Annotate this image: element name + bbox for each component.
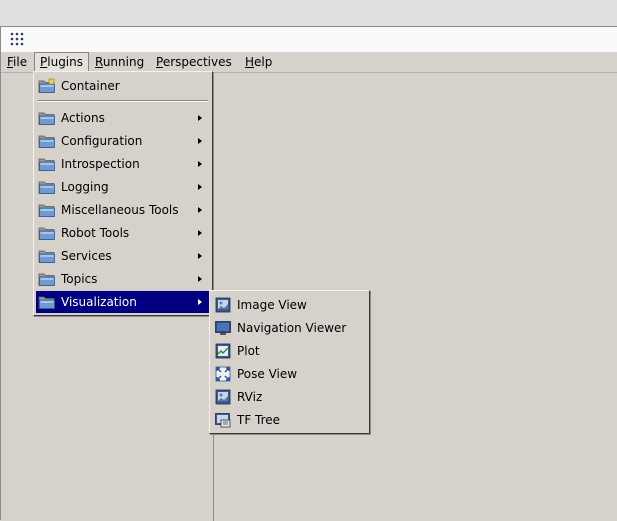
submenu-arrow-icon [198, 207, 202, 213]
folder-icon [38, 225, 56, 241]
menu-item-actions[interactable]: Actions [36, 107, 210, 129]
submenu-arrow-icon [198, 184, 202, 190]
menu-help[interactable]: Help [239, 52, 278, 72]
submenu-arrow-icon [198, 161, 202, 167]
plot-icon [215, 343, 231, 359]
menu-item-logging[interactable]: Logging [36, 176, 210, 198]
menu-item-image-view[interactable]: Image View [212, 294, 367, 316]
rviz-icon [215, 389, 231, 405]
menu-item-robot-tools[interactable]: Robot Tools [36, 222, 210, 244]
desktop-top-strip [0, 0, 617, 26]
menu-item-services[interactable]: Services [36, 245, 210, 267]
folder-icon [38, 133, 56, 149]
menu-bar: File Plugins Running Perspectives Help [1, 52, 617, 73]
folder-icon [38, 248, 56, 264]
menu-item-navigation-viewer[interactable]: Navigation Viewer [212, 317, 367, 339]
submenu-arrow-icon [198, 230, 202, 236]
submenu-arrow-icon [198, 253, 202, 259]
submenu-arrow-icon [198, 115, 202, 121]
menu-item-rviz[interactable]: RViz [212, 386, 367, 408]
folder-icon [38, 156, 56, 172]
menu-item-miscellaneous-tools[interactable]: Miscellaneous Tools [36, 199, 210, 221]
tf-tree-icon [215, 413, 231, 428]
menu-item-tf-tree[interactable]: TF Tree [212, 409, 367, 431]
title-bar [1, 27, 617, 52]
menu-perspectives[interactable]: Perspectives [150, 52, 238, 72]
menu-item-topics[interactable]: Topics [36, 268, 210, 290]
submenu-arrow-icon [198, 299, 202, 305]
folder-icon [38, 294, 56, 310]
fullscreen-icon [215, 366, 231, 382]
menu-plugins[interactable]: Plugins [34, 52, 89, 72]
folder-icon [38, 271, 56, 287]
submenu-arrow-icon [198, 276, 202, 282]
menu-item-container[interactable]: Container [36, 75, 210, 97]
container-folder-icon [38, 78, 56, 94]
menu-running[interactable]: Running [89, 52, 150, 72]
monitor-icon [215, 321, 231, 335]
folder-icon [38, 179, 56, 195]
menu-item-plot[interactable]: Plot [212, 340, 367, 362]
menu-file[interactable]: File [1, 52, 33, 72]
menu-item-configuration[interactable]: Configuration [36, 130, 210, 152]
menu-item-visualization[interactable]: Visualization [36, 291, 210, 313]
menu-item-introspection[interactable]: Introspection [36, 153, 210, 175]
menu-item-pose-view[interactable]: Pose View [212, 363, 367, 385]
plugins-menu: Container Actions Configuration Introspe… [33, 71, 213, 316]
visualization-submenu: Image View Navigation Viewer Plot Pose V… [209, 290, 370, 434]
submenu-arrow-icon [198, 138, 202, 144]
folder-icon [38, 202, 56, 218]
menu-separator [38, 100, 208, 102]
folder-icon [38, 110, 56, 126]
image-view-icon [215, 297, 231, 313]
grid-dots-icon[interactable] [9, 31, 25, 47]
